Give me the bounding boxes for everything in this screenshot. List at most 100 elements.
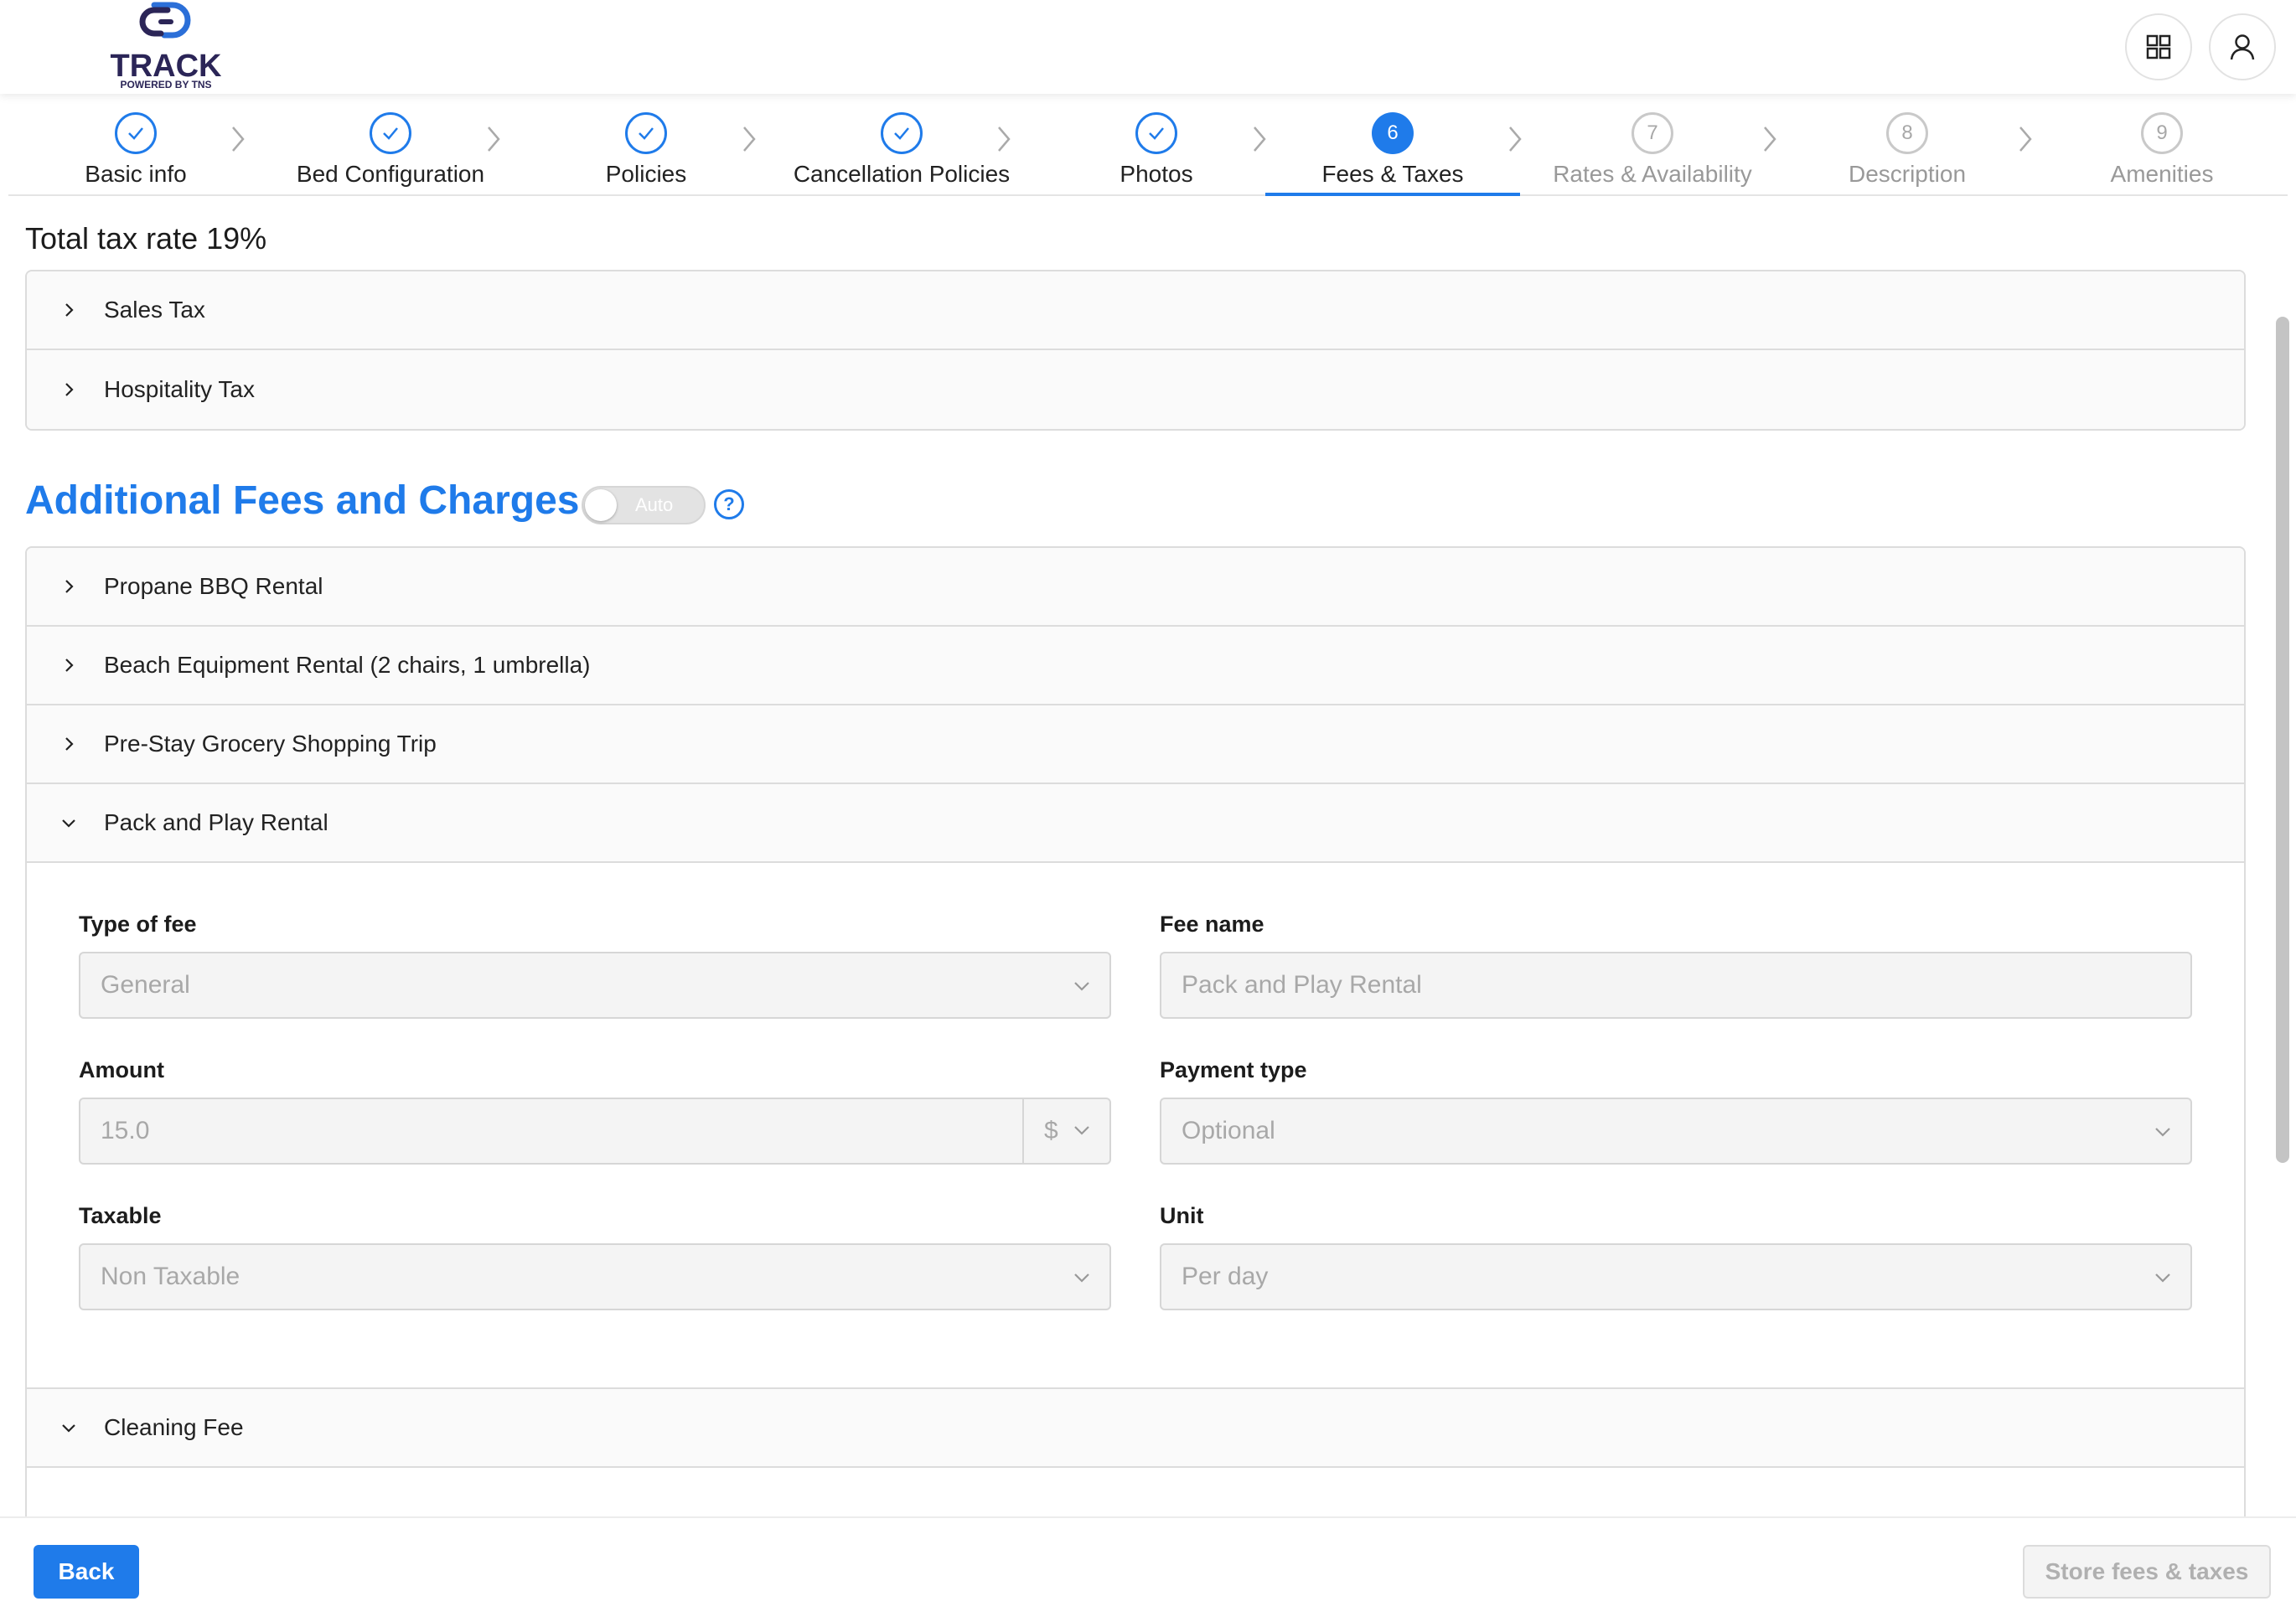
check-icon <box>115 112 157 154</box>
toggle-knob <box>585 489 617 521</box>
footer-bar: Back Store fees & taxes <box>0 1516 2296 1622</box>
currency-value: $ <box>1044 1117 1058 1144</box>
chevron-down-icon <box>52 806 85 839</box>
amount-label: Amount <box>79 1057 164 1082</box>
chevron-right-icon <box>52 648 85 682</box>
step-label: Photos <box>1120 161 1193 187</box>
unit-select[interactable]: Per day <box>1160 1243 2192 1310</box>
step-rates-and-availability[interactable]: 7 Rates & Availability <box>1525 112 1780 196</box>
fees-accordion: Propane BBQ Rental Beach Equipment Renta… <box>25 546 2246 1516</box>
select-value: General <box>101 971 190 999</box>
chevron-right-icon <box>52 373 85 406</box>
accordion-item-cleaning-fee[interactable]: Cleaning Fee <box>27 1389 2244 1468</box>
step-label: Description <box>1848 161 1967 187</box>
auto-toggle[interactable]: Auto <box>582 486 706 524</box>
total-tax-rate: Total tax rate 19% <box>25 221 267 256</box>
tax-accordion: Sales Tax Hospitality Tax <box>25 270 2246 431</box>
accordion-label: Sales Tax <box>104 297 205 323</box>
top-bar: TRACK POWERED BY TNS <box>0 0 2296 94</box>
step-bed-configuration[interactable]: Bed Configuration <box>263 112 518 196</box>
store-fees-button[interactable]: Store fees & taxes <box>2023 1545 2271 1599</box>
chevron-right-icon <box>743 127 756 152</box>
select-value: Optional <box>1182 1117 1275 1144</box>
payment-type-label: Payment type <box>1160 1057 1307 1082</box>
chevron-right-icon <box>232 127 245 152</box>
chevron-right-icon <box>998 127 1011 152</box>
unit-label: Unit <box>1160 1203 1204 1228</box>
chevron-down-icon <box>2155 1273 2170 1283</box>
brand-tagline: POWERED BY TNS <box>120 79 212 90</box>
step-fees-and-taxes[interactable]: 6 Fees & Taxes <box>1265 112 1520 196</box>
amount-input[interactable]: 15.0 $ <box>79 1098 1111 1165</box>
taxable-label: Taxable <box>79 1203 162 1228</box>
check-icon <box>370 112 411 154</box>
step-label: Cancellation Policies <box>793 161 1011 187</box>
chevron-right-icon <box>52 570 85 603</box>
type-of-fee-select[interactable]: General <box>79 952 1111 1019</box>
user-button[interactable] <box>2209 13 2276 80</box>
user-icon <box>2230 34 2255 60</box>
step-cancellation-policies[interactable]: Cancellation Policies <box>774 112 1029 196</box>
help-icon[interactable]: ? <box>714 489 744 519</box>
step-amenities[interactable]: 9 Amenities <box>2035 112 2289 196</box>
input-value: 15.0 <box>101 1117 150 1144</box>
input-value: Pack and Play Rental <box>1182 971 1422 999</box>
accordion-item-propane-bbq[interactable]: Propane BBQ Rental <box>27 548 2244 627</box>
fee-name-label: Fee name <box>1160 912 1264 937</box>
accordion-item-sales-tax[interactable]: Sales Tax <box>27 271 2244 350</box>
accordion-label: Beach Equipment Rental (2 chairs, 1 umbr… <box>104 652 591 678</box>
select-value: Non Taxable <box>101 1263 240 1290</box>
main-content: Total tax rate 19% Sales Tax Hospitality… <box>0 196 2296 1516</box>
accordion-label: Pre-Stay Grocery Shopping Trip <box>104 731 437 757</box>
accordion-label: Propane BBQ Rental <box>104 573 323 599</box>
chevron-right-icon <box>52 727 85 761</box>
fee-name-input[interactable]: Pack and Play Rental <box>1160 952 2192 1019</box>
step-label: Amenities <box>2110 161 2214 187</box>
accordion-label: Pack and Play Rental <box>104 809 328 835</box>
fee-form-panel: Type of fee General Fee name Pack and Pl… <box>27 863 2244 1389</box>
step-basic-info[interactable]: Basic info <box>8 112 263 196</box>
chevron-down-icon <box>1074 982 1089 991</box>
step-label: Basic info <box>85 161 187 187</box>
step-number: 9 <box>2141 112 2183 154</box>
scrollbar[interactable] <box>2276 317 2289 1163</box>
chevron-right-icon <box>1764 127 1776 152</box>
chevron-down-icon <box>1074 1273 1089 1283</box>
step-number: 6 <box>1372 112 1414 154</box>
chevron-right-icon <box>488 127 500 152</box>
chevron-right-icon <box>1509 127 1522 152</box>
chevron-right-icon <box>2019 127 2032 152</box>
check-icon <box>881 112 923 154</box>
chevron-down-icon <box>52 1411 85 1444</box>
accordion-label: Hospitality Tax <box>104 376 256 402</box>
step-description[interactable]: 8 Description <box>1780 112 2035 196</box>
step-label: Rates & Availability <box>1553 161 1752 187</box>
step-label: Fees & Taxes <box>1321 161 1464 187</box>
step-label: Bed Configuration <box>296 161 485 187</box>
grid-icon <box>2146 34 2171 59</box>
toggle-label: Auto <box>635 494 674 515</box>
accordion-item-beach-equipment[interactable]: Beach Equipment Rental (2 chairs, 1 umbr… <box>27 627 2244 705</box>
accordion-item-pack-and-play[interactable]: Pack and Play Rental <box>27 784 2244 863</box>
apps-button[interactable] <box>2125 13 2192 80</box>
payment-type-select[interactable]: Optional <box>1160 1098 2192 1165</box>
accordion-label: Cleaning Fee <box>104 1414 244 1440</box>
accordion-item-hospitality-tax[interactable]: Hospitality Tax <box>27 350 2244 429</box>
wizard-stepper: Basic info Bed Configuration Policies Ca… <box>8 94 2288 196</box>
chevron-down-icon <box>1074 1126 1089 1135</box>
back-button[interactable]: Back <box>34 1545 139 1599</box>
step-number: 8 <box>1886 112 1928 154</box>
cleaning-fee-panel <box>27 1468 2244 1516</box>
type-of-fee-label: Type of fee <box>79 912 197 937</box>
step-policies[interactable]: Policies <box>519 112 773 196</box>
check-icon <box>1135 112 1177 154</box>
select-value: Per day <box>1182 1263 1269 1290</box>
step-photos[interactable]: Photos <box>1029 112 1284 196</box>
currency-select[interactable]: $ <box>1022 1099 1109 1163</box>
chevron-down-icon <box>2155 1128 2170 1137</box>
accordion-item-grocery-trip[interactable]: Pre-Stay Grocery Shopping Trip <box>27 705 2244 784</box>
chevron-right-icon <box>52 293 85 327</box>
logo[interactable]: TRACK POWERED BY TNS <box>107 0 225 94</box>
check-icon <box>625 112 667 154</box>
taxable-select[interactable]: Non Taxable <box>79 1243 1111 1310</box>
